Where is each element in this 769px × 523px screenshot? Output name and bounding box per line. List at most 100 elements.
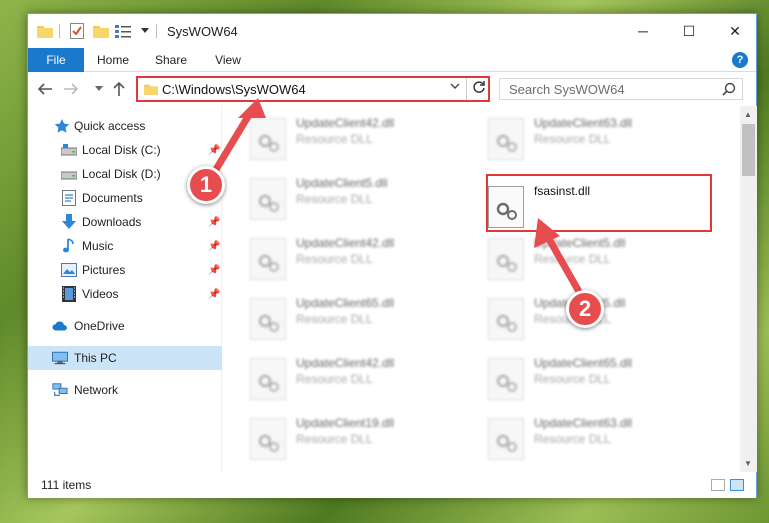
navigation-bar: C:\Windows\SysWOW64 Search SysWOW64	[28, 72, 756, 106]
file-name: UpdateClient63.dll	[534, 116, 633, 130]
file-type: Resource DLL	[296, 252, 373, 266]
title-bar: SysWOW64 ─ ☐ ✕	[28, 14, 756, 48]
sidebar-item-label: Quick access	[74, 119, 146, 133]
vertical-scrollbar[interactable]: ▲ ▼	[740, 106, 757, 472]
sidebar-item-label: Local Disk (D:)	[82, 167, 161, 181]
sidebar-item-label: Network	[74, 383, 119, 397]
sidebar-item-onedrive[interactable]: OneDrive	[28, 314, 222, 338]
dll-file-icon	[250, 358, 286, 400]
sidebar-item-downloads[interactable]: Downloads 📌	[28, 210, 222, 234]
sidebar-item-label: This PC	[74, 351, 117, 365]
large-icons-view-button[interactable]	[730, 479, 744, 491]
refresh-icon[interactable]	[472, 80, 486, 97]
chevron-down-icon[interactable]	[450, 81, 460, 94]
scroll-up-icon[interactable]: ▲	[744, 110, 752, 119]
maximize-button[interactable]: ☐	[666, 14, 712, 48]
pin-icon[interactable]: 📌	[208, 265, 220, 276]
file-type: Resource DLL	[296, 432, 373, 446]
scrollbar-thumb[interactable]	[742, 124, 755, 176]
file-type: Resource DLL	[296, 192, 373, 206]
sidebar-item-label: Pictures	[82, 263, 126, 277]
sidebar-item-label: Local Disk (C:)	[82, 143, 161, 157]
dll-file-icon	[488, 418, 524, 460]
dll-file-icon	[250, 298, 286, 340]
documents-icon	[61, 190, 77, 206]
drive-icon	[61, 166, 77, 182]
dll-file-icon	[250, 118, 286, 160]
highlight-box	[486, 174, 712, 232]
dll-file-icon	[250, 238, 286, 280]
file-item[interactable]: UpdateClient63.dll Resource DLL	[484, 112, 704, 166]
scroll-down-icon[interactable]: ▼	[744, 459, 752, 468]
tab-view[interactable]: View	[204, 48, 252, 72]
file-item[interactable]: UpdateClient19.dll Resource DLL	[246, 412, 466, 466]
navigation-pane: Quick access Local Disk (C:) 📌 Local Dis…	[28, 106, 222, 472]
pictures-icon	[61, 262, 77, 278]
step-1-badge: 1	[187, 166, 225, 204]
file-explorer-window: SysWOW64 ─ ☐ ✕ File Home Share View ? C:…	[27, 13, 757, 498]
file-item[interactable]: UpdateClient42.dll Resource DLL	[246, 352, 466, 406]
file-item[interactable]: UpdateClient5.dll Resource DLL	[246, 172, 466, 226]
tab-home[interactable]: Home	[88, 48, 138, 72]
file-item[interactable]: UpdateClient42.dll Resource DLL	[246, 232, 466, 286]
file-item[interactable]: UpdateClient5.dll Resource DLL	[484, 232, 704, 286]
help-button[interactable]: ?	[732, 52, 748, 68]
file-name: UpdateClient42.dll	[296, 116, 395, 130]
item-count: 111 items	[41, 478, 92, 492]
folder-icon[interactable]	[36, 22, 54, 40]
sidebar-item-this-pc[interactable]: This PC	[28, 346, 222, 370]
sidebar-item-label: Music	[82, 239, 114, 253]
search-icon[interactable]	[722, 82, 736, 99]
search-input[interactable]: Search SysWOW64	[499, 78, 743, 100]
recent-locations-button[interactable]	[90, 80, 108, 98]
file-type: Resource DLL	[534, 132, 611, 146]
up-button[interactable]	[110, 80, 128, 98]
file-type: Resource DLL	[296, 132, 373, 146]
step-2-badge: 2	[566, 290, 604, 328]
customize-icon[interactable]	[114, 22, 132, 40]
address-path[interactable]: C:\Windows\SysWOW64	[162, 82, 306, 97]
minimize-button[interactable]: ─	[620, 14, 666, 48]
file-name: UpdateClient19.dll	[296, 416, 395, 430]
details-view-button[interactable]	[711, 479, 725, 491]
back-button[interactable]	[36, 80, 54, 98]
pin-icon[interactable]: 📌	[208, 217, 220, 228]
address-bar[interactable]: C:\Windows\SysWOW64	[136, 76, 490, 102]
file-item[interactable]: UpdateClient63.dll Resource DLL	[484, 412, 704, 466]
file-name: UpdateClient65.dll	[534, 356, 633, 370]
sidebar-item-music[interactable]: Music 📌	[28, 234, 222, 258]
pin-icon[interactable]: 📌	[208, 145, 220, 156]
close-button[interactable]: ✕	[712, 14, 758, 48]
dll-file-icon	[488, 118, 524, 160]
tab-share[interactable]: Share	[146, 48, 196, 72]
address-divider	[466, 78, 467, 100]
window-title: SysWOW64	[167, 24, 238, 39]
chevron-down-icon[interactable]	[140, 22, 150, 40]
sidebar-item-quick-access[interactable]: Quick access	[28, 114, 222, 138]
tab-file[interactable]: File	[28, 48, 84, 72]
drive-icon	[61, 142, 77, 158]
file-name: UpdateClient65.dll	[296, 296, 395, 310]
file-type: Resource DLL	[534, 252, 611, 266]
forward-button[interactable]	[62, 80, 80, 98]
pin-icon[interactable]: 📌	[208, 241, 220, 252]
dll-file-icon	[488, 298, 524, 340]
file-name: UpdateClient63.dll	[534, 416, 633, 430]
file-item[interactable]: UpdateClient42.dll Resource DLL	[246, 112, 466, 166]
file-item[interactable]: UpdateClient65.dll Resource DLL	[246, 292, 466, 346]
sidebar-item-local-disk-c[interactable]: Local Disk (C:) 📌	[28, 138, 222, 162]
file-item[interactable]: UpdateClient65.dll Resource DLL	[484, 352, 704, 406]
file-list: UpdateClient42.dll Resource DLL UpdateCl…	[224, 106, 740, 472]
dll-file-icon	[250, 178, 286, 220]
sidebar-item-network[interactable]: Network	[28, 378, 222, 402]
toolbar-divider	[59, 24, 60, 38]
music-icon	[61, 238, 77, 254]
file-name: UpdateClient5.dll	[534, 236, 626, 250]
file-name: UpdateClient42.dll	[296, 356, 395, 370]
sidebar-item-videos[interactable]: Videos 📌	[28, 282, 222, 306]
properties-check-icon[interactable]	[68, 22, 86, 40]
pin-icon[interactable]: 📌	[208, 289, 220, 300]
file-name: UpdateClient42.dll	[296, 236, 395, 250]
new-folder-icon[interactable]	[92, 22, 110, 40]
sidebar-item-pictures[interactable]: Pictures 📌	[28, 258, 222, 282]
